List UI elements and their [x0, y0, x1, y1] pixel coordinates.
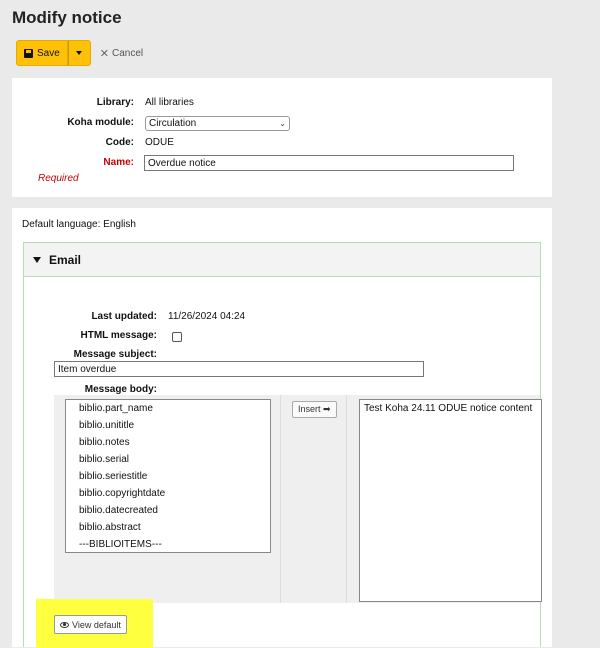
- email-section-toggle[interactable]: Email: [24, 243, 540, 277]
- email-section: Email Last updated: 11/26/2024 04:24 HTM…: [23, 242, 542, 648]
- save-icon: [24, 48, 33, 58]
- page-title: Modify notice: [12, 8, 122, 27]
- notice-details-panel: Library: All libraries Koha module: Circ…: [12, 78, 552, 197]
- view-default-label: View default: [72, 619, 121, 630]
- message-body-label: Message body:: [84, 384, 157, 395]
- caret-down-icon: [33, 256, 41, 263]
- list-item[interactable]: biblio.notes: [66, 435, 270, 452]
- list-item[interactable]: biblio.part_name: [66, 401, 270, 418]
- view-default-button[interactable]: View default: [54, 615, 127, 634]
- last-updated-value: 11/26/2024 04:24: [168, 311, 246, 322]
- message-subject-label: Message subject:: [73, 349, 157, 360]
- toolbar: Save ✕ Cancel: [16, 40, 143, 66]
- required-note: Required: [38, 173, 79, 184]
- last-updated-label: Last updated:: [91, 311, 157, 322]
- code-label: Code:: [105, 137, 134, 148]
- list-item[interactable]: biblio.copyrightdate: [66, 486, 270, 503]
- koha-module-select[interactable]: Circulation ⌄: [145, 116, 290, 131]
- name-label: Name:: [103, 157, 134, 168]
- save-button-label: Save: [37, 47, 60, 59]
- message-subject-input[interactable]: Item overdue: [54, 361, 424, 377]
- email-heading: Email: [49, 252, 82, 267]
- caret-down-icon: [76, 51, 83, 55]
- list-item[interactable]: ---BIBLIOITEMS---: [66, 537, 270, 554]
- cancel-button-label: Cancel: [112, 47, 144, 59]
- library-label: Library:: [96, 97, 134, 108]
- list-item[interactable]: biblio.datecreated: [66, 503, 270, 520]
- koha-module-label: Koha module:: [67, 117, 134, 128]
- chevron-down-icon: ⌄: [279, 119, 286, 128]
- list-item[interactable]: biblio.seriestitle: [66, 469, 270, 486]
- html-message-label: HTML message:: [80, 330, 157, 341]
- cancel-button[interactable]: ✕ Cancel: [100, 47, 143, 60]
- library-value: All libraries: [145, 97, 194, 108]
- name-input[interactable]: Overdue notice: [144, 155, 514, 171]
- code-value: ODUE: [145, 137, 174, 148]
- message-body-textarea[interactable]: Test Koha 24.11 ODUE notice content: [359, 399, 542, 602]
- koha-module-selected: Circulation: [149, 118, 197, 129]
- html-message-checkbox[interactable]: [172, 332, 182, 342]
- divider: [280, 395, 281, 603]
- divider: [346, 395, 347, 603]
- list-item[interactable]: biblio.unititle: [66, 418, 270, 435]
- default-language-label: Default language: English: [22, 219, 136, 230]
- notice-content-panel: Default language: English Email Last upd…: [12, 208, 552, 648]
- eye-icon: [60, 621, 69, 628]
- save-options-dropdown-button[interactable]: [67, 40, 91, 66]
- field-list[interactable]: biblio.part_name biblio.unititle biblio.…: [65, 399, 271, 553]
- list-item[interactable]: biblio.abstract: [66, 520, 270, 537]
- list-item[interactable]: biblio.serial: [66, 452, 270, 469]
- insert-button[interactable]: Insert ➡: [292, 401, 337, 418]
- close-icon: ✕: [99, 47, 110, 60]
- save-button[interactable]: Save: [16, 40, 68, 66]
